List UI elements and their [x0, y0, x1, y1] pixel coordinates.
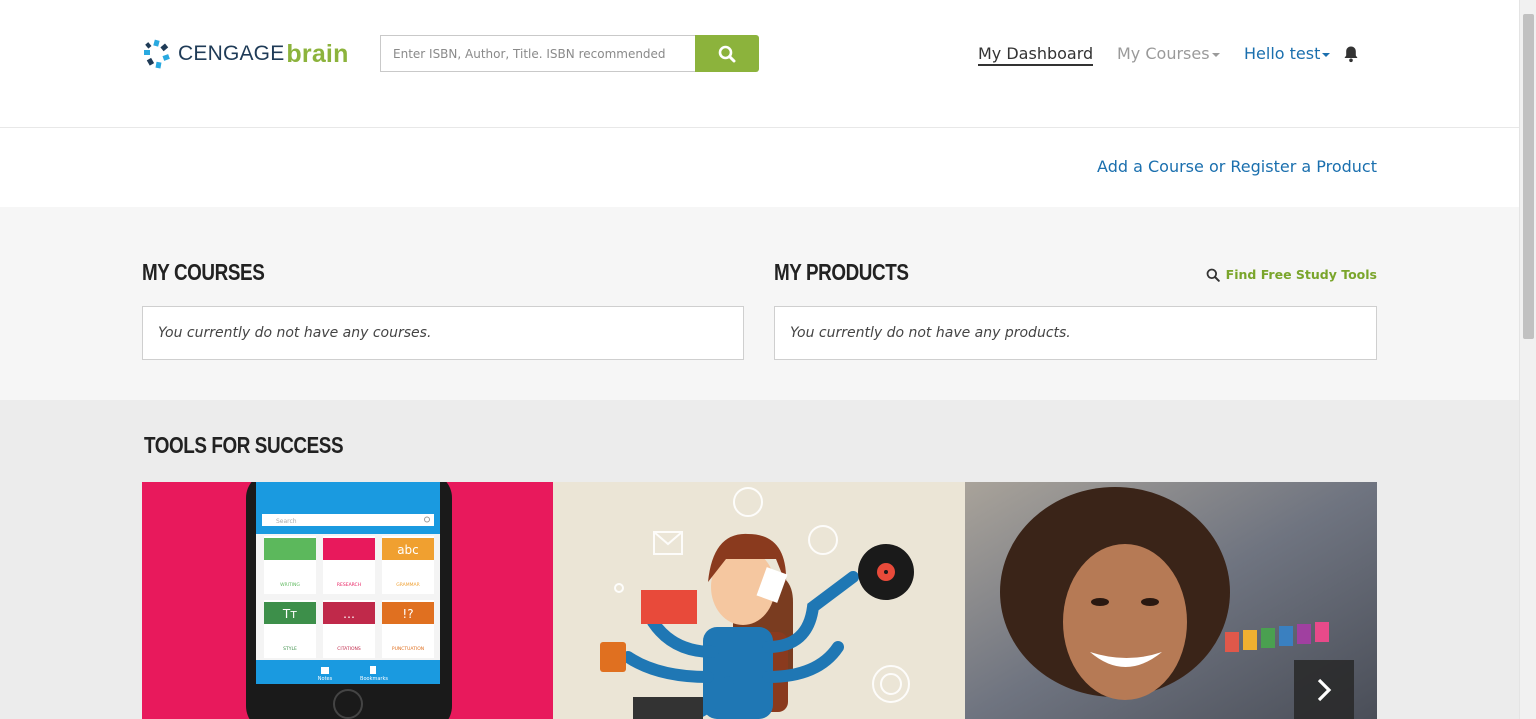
nav-my-courses[interactable]: My Courses: [1117, 44, 1220, 66]
phone-tile-label: CITATIONS: [337, 646, 361, 652]
page-scrollbar[interactable]: [1519, 0, 1536, 719]
phone-tile-glyph: …: [343, 607, 355, 621]
search-button[interactable]: [695, 35, 759, 72]
phone-bottom-notes: Notes: [318, 676, 333, 682]
logo-cengage-text: CENGAGE: [178, 42, 285, 65]
tools-for-success-section: TOOLS FOR SUCCESS Search WRITING RESEARCH…: [0, 400, 1519, 719]
search-icon: [718, 45, 736, 62]
tool-card-writing-app[interactable]: Search WRITING RESEARCH abc GRAMMAR Tт STYLE ……: [142, 482, 554, 719]
tools-for-success-title: TOOLS FOR SUCCESS: [144, 432, 344, 458]
chevron-right-icon: [1317, 678, 1332, 701]
phone-tile-label: WRITING: [280, 582, 300, 588]
bell-icon[interactable]: [1343, 45, 1359, 63]
nav-user-menu[interactable]: Hello test: [1244, 44, 1331, 66]
phone-tile-color: [264, 538, 316, 560]
scrollbar-thumb[interactable]: [1523, 14, 1534, 339]
chevron-down-icon: [1322, 52, 1331, 57]
find-free-study-tools-label: Find Free Study Tools: [1225, 267, 1377, 282]
phone-tile-label: STYLE: [283, 646, 297, 652]
logo-mark-icon: [144, 39, 170, 69]
courses-empty-box: You currently do not have any courses.: [142, 306, 744, 360]
products-empty-box: You currently do not have any products.: [774, 306, 1377, 360]
student-multitask-illustration: [553, 482, 965, 719]
logo-brain-text: brain: [286, 39, 349, 68]
nav-my-courses-label: My Courses: [1117, 44, 1210, 63]
phone-search-placeholder: Search: [276, 518, 297, 525]
phone-tile-label: GRAMMAR: [396, 582, 419, 588]
site-header: CENGAGE brain My Dashboard My Courses He…: [0, 0, 1519, 128]
search-input[interactable]: [380, 35, 695, 72]
nav-user-label: Hello test: [1244, 44, 1321, 63]
add-course-bar: Add a Course or Register a Product: [0, 128, 1519, 207]
add-course-link[interactable]: Add a Course or Register a Product: [1097, 157, 1377, 176]
phone-tile-glyph: Tт: [282, 607, 297, 621]
phone-tile-label: PUNCTUATION: [392, 646, 424, 652]
my-courses-title: MY COURSES: [142, 259, 265, 285]
phone-app-illustration: Search WRITING RESEARCH abc GRAMMAR Tт STYLE ……: [246, 482, 452, 719]
search-icon: [1206, 268, 1220, 282]
cengage-brain-logo[interactable]: CENGAGE brain: [142, 38, 349, 70]
my-products-title: MY PRODUCTS: [774, 259, 909, 285]
chevron-down-icon: [1211, 52, 1220, 57]
search-bar: [380, 35, 759, 72]
phone-tile-glyph: abc: [397, 543, 419, 557]
phone-tile-color: [323, 538, 375, 560]
phone-bottom-bookmarks: Bookmarks: [360, 676, 388, 682]
products-empty-message: You currently do not have any products.: [790, 325, 1071, 341]
phone-tile-label: RESEARCH: [337, 582, 361, 588]
carousel-next-button[interactable]: [1294, 660, 1354, 719]
phone-tile-glyph: !?: [402, 607, 413, 621]
find-free-study-tools-link[interactable]: Find Free Study Tools: [1206, 267, 1377, 282]
courses-empty-message: You currently do not have any courses.: [158, 325, 432, 341]
tool-card-multitask[interactable]: [553, 482, 965, 719]
nav-my-dashboard[interactable]: My Dashboard: [978, 44, 1094, 66]
dashboard-section: MY COURSES You currently do not have any…: [0, 207, 1519, 400]
